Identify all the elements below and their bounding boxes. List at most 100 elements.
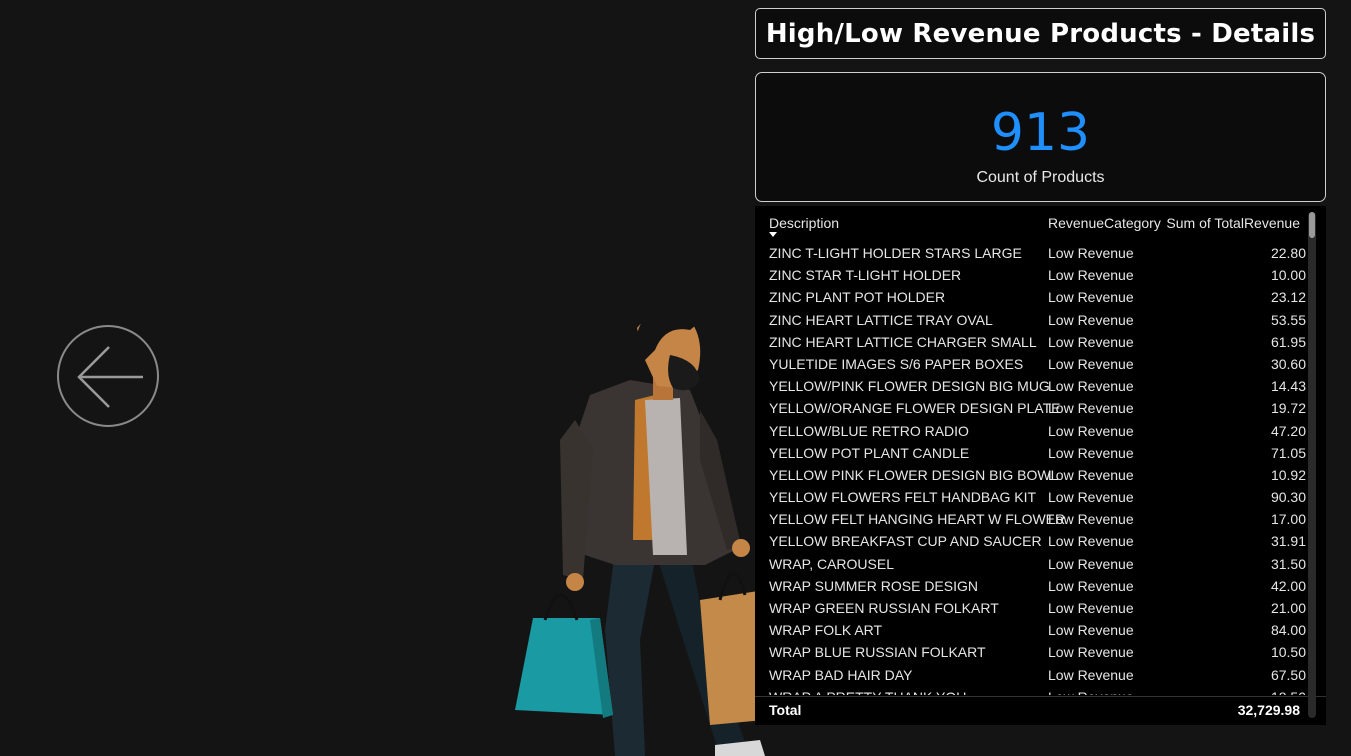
scrollbar-thumb[interactable] bbox=[1309, 212, 1315, 238]
table-row[interactable]: WRAP, CAROUSEL Low Revenue 31.50 bbox=[755, 553, 1306, 575]
table-row[interactable]: ZINC HEART LATTICE TRAY OVAL Low Revenue 5… bbox=[755, 309, 1306, 331]
back-button[interactable] bbox=[57, 325, 159, 427]
cell-revenue-category: Low Revenue bbox=[1048, 245, 1134, 261]
cell-total-revenue: 90.30 bbox=[1270, 489, 1306, 506]
kpi-value: 913 bbox=[990, 103, 1091, 163]
table-body[interactable]: ZINC T-LIGHT HOLDER STARS LARGE Low Reven… bbox=[755, 242, 1306, 695]
table-row[interactable]: WRAP FOLK ART Low Revenue 84.00 bbox=[755, 619, 1306, 641]
cell-description: WRAP BAD HAIR DAY bbox=[769, 666, 913, 683]
cell-revenue-category: Low Revenue bbox=[1048, 577, 1134, 594]
cell-total-revenue: 30.60 bbox=[1270, 355, 1306, 372]
table-row[interactable]: YELLOW FELT HANGING HEART W FLOWER Low Re… bbox=[755, 508, 1306, 530]
table-row[interactable]: WRAP SUMMER ROSE DESIGN Low Revenue 42.00 bbox=[755, 575, 1306, 597]
cell-description: ZINC STAR T-LIGHT HOLDER bbox=[769, 267, 962, 284]
cell-description: YELLOW/PINK FLOWER DESIGN BIG MUG bbox=[769, 378, 1050, 395]
table-row[interactable]: YULETIDE IMAGES S/6 PAPER BOXES Low Reven… bbox=[755, 353, 1306, 375]
cell-revenue-category: Low Revenue bbox=[1048, 466, 1134, 483]
cell-total-revenue: 17.00 bbox=[1270, 511, 1306, 528]
cell-total-revenue: 10.92 bbox=[1270, 466, 1306, 483]
cell-description: WRAP GREEN RUSSIAN FOLKART bbox=[769, 600, 999, 616]
total-value: 32,729.98 bbox=[1237, 702, 1300, 718]
cell-description: YELLOW/BLUE RETRO RADIO bbox=[769, 422, 969, 439]
table-row[interactable]: ZINC PLANT POT HOLDER Low Revenue 23.12 bbox=[755, 286, 1306, 308]
column-header-sum-total-revenue[interactable]: Sum of TotalRevenue bbox=[1166, 215, 1300, 231]
cell-description: YELLOW PINK FLOWER DESIGN BIG BOWL bbox=[769, 466, 1059, 483]
arrow-left-icon bbox=[77, 346, 143, 408]
column-header-description[interactable]: Description bbox=[769, 215, 839, 231]
kpi-label: Count of Products bbox=[976, 169, 1105, 186]
cell-description: ZINC T-LIGHT HOLDER STARS LARGE bbox=[769, 245, 1022, 261]
cell-total-revenue: 31.50 bbox=[1270, 555, 1306, 572]
cell-description: WRAP BLUE RUSSIAN FOLKART bbox=[769, 644, 986, 661]
column-header-revenue-category[interactable]: RevenueCategory bbox=[1048, 215, 1161, 231]
cell-total-revenue: 84.00 bbox=[1270, 622, 1306, 639]
cell-total-revenue: 42.00 bbox=[1270, 577, 1306, 594]
cell-revenue-category: Low Revenue bbox=[1048, 622, 1134, 639]
cell-revenue-category: Low Revenue bbox=[1048, 355, 1134, 372]
table-row[interactable]: ZINC T-LIGHT HOLDER STARS LARGE Low Reven… bbox=[755, 242, 1306, 264]
cell-description: YELLOW BREAKFAST CUP AND SAUCER bbox=[769, 533, 1042, 550]
table-row[interactable]: WRAP GREEN RUSSIAN FOLKART Low Revenue 21.… bbox=[755, 597, 1306, 619]
cell-revenue-category: Low Revenue bbox=[1048, 400, 1134, 417]
cell-total-revenue: 23.12 bbox=[1270, 289, 1306, 306]
cell-total-revenue: 22.80 bbox=[1270, 245, 1306, 261]
cell-revenue-category: Low Revenue bbox=[1048, 533, 1134, 550]
table-row[interactable]: YELLOW BREAKFAST CUP AND SAUCER Low Reven… bbox=[755, 530, 1306, 552]
kpi-card[interactable]: 913 Count of Products bbox=[755, 72, 1326, 202]
cell-total-revenue: 21.00 bbox=[1270, 600, 1306, 616]
cell-total-revenue: 53.55 bbox=[1270, 311, 1306, 328]
cell-revenue-category: Low Revenue bbox=[1048, 555, 1134, 572]
cell-total-revenue: 31.91 bbox=[1270, 533, 1306, 550]
table-row[interactable]: ZINC HEART LATTICE CHARGER SMALL Low Reve… bbox=[755, 331, 1306, 353]
cell-revenue-category: Low Revenue bbox=[1048, 378, 1134, 395]
products-table[interactable]: Description RevenueCategory Sum of Total… bbox=[755, 206, 1326, 725]
sort-desc-icon[interactable] bbox=[769, 232, 777, 237]
page-title-card: High/Low Revenue Products - Details bbox=[755, 8, 1326, 59]
cell-total-revenue: 10.00 bbox=[1270, 267, 1306, 284]
shopper-illustration bbox=[515, 309, 765, 756]
cell-description: WRAP A PRETTY THANK YOU bbox=[769, 689, 966, 695]
table-row[interactable]: YELLOW PINK FLOWER DESIGN BIG BOWL Low Re… bbox=[755, 464, 1306, 486]
cell-total-revenue: 47.20 bbox=[1270, 422, 1306, 439]
cell-revenue-category: Low Revenue bbox=[1048, 600, 1134, 616]
cell-revenue-category: Low Revenue bbox=[1048, 511, 1134, 528]
cell-description: YELLOW FELT HANGING HEART W FLOWER bbox=[769, 511, 1066, 528]
cell-total-revenue: 14.43 bbox=[1270, 378, 1306, 395]
cell-description: WRAP SUMMER ROSE DESIGN bbox=[769, 577, 978, 594]
cell-description: ZINC HEART LATTICE CHARGER SMALL bbox=[769, 333, 1037, 350]
total-label: Total bbox=[769, 702, 802, 718]
cell-description: WRAP FOLK ART bbox=[769, 622, 883, 639]
page-title: High/Low Revenue Products - Details bbox=[765, 18, 1316, 49]
cell-total-revenue: 19.72 bbox=[1270, 400, 1306, 417]
cell-total-revenue: 71.05 bbox=[1270, 444, 1306, 461]
cell-total-revenue: 10.50 bbox=[1270, 644, 1306, 661]
cell-description: ZINC PLANT POT HOLDER bbox=[769, 289, 946, 306]
cell-revenue-category: Low Revenue bbox=[1048, 644, 1134, 661]
table-scrollbar[interactable] bbox=[1308, 212, 1316, 718]
table-row[interactable]: YELLOW/BLUE RETRO RADIO Low Revenue 47.20 bbox=[755, 420, 1306, 442]
table-row[interactable]: YELLOW FLOWERS FELT HANDBAG KIT Low Reven… bbox=[755, 486, 1306, 508]
cell-revenue-category: Low Revenue bbox=[1048, 333, 1134, 350]
cell-description: YELLOW POT PLANT CANDLE bbox=[769, 444, 970, 461]
cell-description: ZINC HEART LATTICE TRAY OVAL bbox=[769, 311, 993, 328]
cell-total-revenue: 18.50 bbox=[1196, 689, 1306, 695]
cell-description: YULETIDE IMAGES S/6 PAPER BOXES bbox=[769, 355, 1024, 372]
cell-revenue-category: Low Revenue bbox=[1048, 422, 1134, 439]
table-row[interactable]: YELLOW/PINK FLOWER DESIGN BIG MUG Low Rev… bbox=[755, 375, 1306, 397]
cell-revenue-category: Low Revenue bbox=[1048, 489, 1134, 506]
cell-revenue-category: Low Revenue bbox=[1048, 444, 1134, 461]
cell-revenue-category: Low Revenue bbox=[1048, 689, 1134, 695]
table-row[interactable]: WRAP A PRETTY THANK YOU Low Revenue 18.50 bbox=[755, 686, 1306, 695]
table-row[interactable]: WRAP BLUE RUSSIAN FOLKART Low Revenue 10.5… bbox=[755, 641, 1306, 663]
cell-revenue-category: Low Revenue bbox=[1048, 311, 1134, 328]
cell-description: WRAP, CAROUSEL bbox=[769, 555, 894, 572]
cell-revenue-category: Low Revenue bbox=[1048, 267, 1134, 284]
table-row[interactable]: ZINC STAR T-LIGHT HOLDER Low Revenue 10.00 bbox=[755, 264, 1306, 286]
cell-description: YELLOW/ORANGE FLOWER DESIGN PLATE bbox=[769, 400, 1061, 417]
table-row[interactable]: WRAP BAD HAIR DAY Low Revenue 67.50 bbox=[755, 664, 1306, 686]
cell-total-revenue: 61.95 bbox=[1270, 333, 1306, 350]
table-row[interactable]: YELLOW/ORANGE FLOWER DESIGN PLATE Low Rev… bbox=[755, 397, 1306, 419]
table-total-row: Total 32,729.98 bbox=[755, 696, 1326, 723]
cell-revenue-category: Low Revenue bbox=[1048, 289, 1134, 306]
table-row[interactable]: YELLOW POT PLANT CANDLE Low Revenue 71.05 bbox=[755, 442, 1306, 464]
